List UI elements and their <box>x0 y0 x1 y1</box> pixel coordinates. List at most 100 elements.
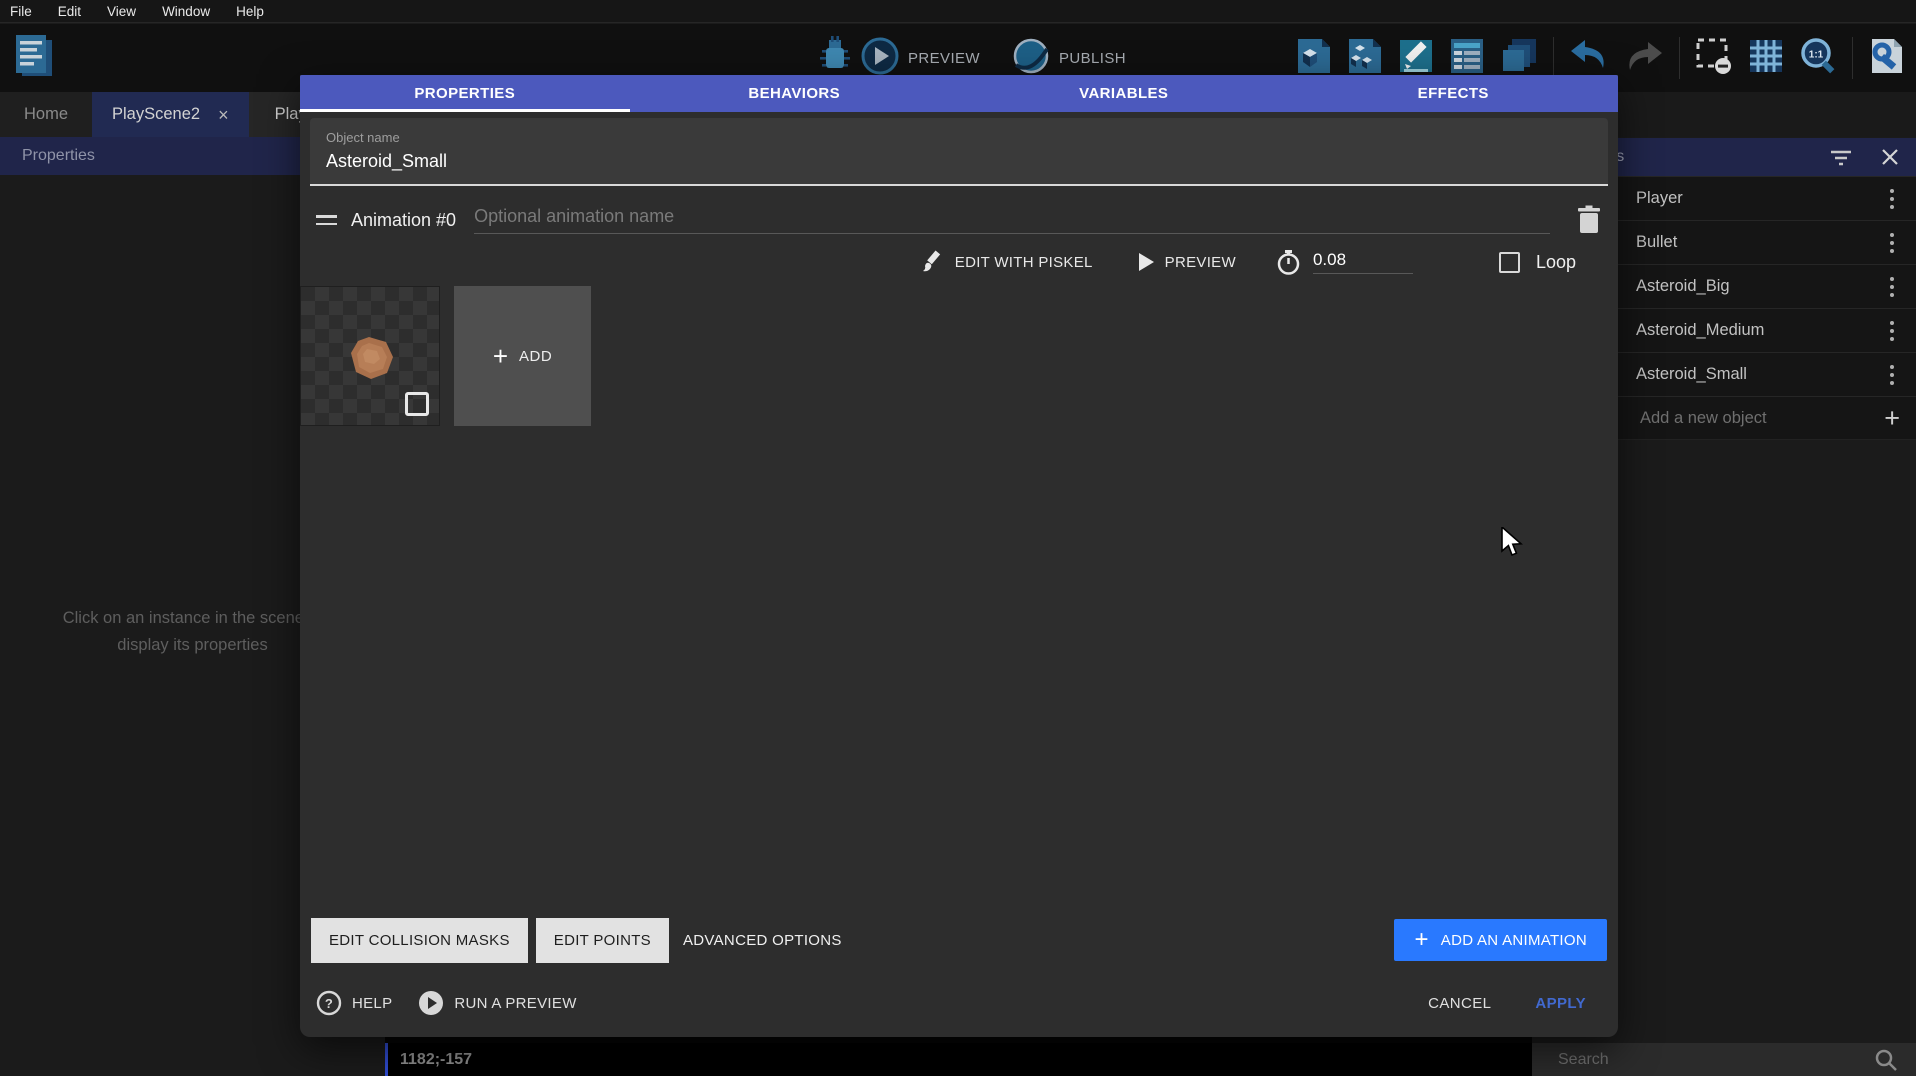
dialog-actions-row: EDIT COLLISION MASKS EDIT POINTS ADVANCE… <box>300 917 1618 963</box>
plus-icon: + <box>493 343 508 369</box>
run-a-preview-label: RUN A PREVIEW <box>454 995 576 1012</box>
tab-playscene2-label: PlayScene2 <box>112 105 200 124</box>
tab-playscene2[interactable]: PlayScene2 × <box>92 92 249 137</box>
publish-planet-icon[interactable] <box>1012 37 1050 80</box>
toolbar-separator <box>1852 37 1853 79</box>
tab-variables-label: VARIABLES <box>1079 85 1168 102</box>
help-button[interactable]: ? HELP <box>316 990 392 1016</box>
plus-icon: + <box>1884 405 1900 432</box>
drag-handle-icon[interactable] <box>316 215 337 225</box>
brush-icon <box>921 250 945 274</box>
toolbar-separator <box>1679 37 1680 79</box>
object-menu-icon[interactable] <box>1890 189 1894 209</box>
tab-behaviors[interactable]: BEHAVIORS <box>630 75 960 112</box>
add-new-object-label: Add a new object <box>1640 409 1767 428</box>
tab-home[interactable]: Home <box>0 92 92 137</box>
animation-title: Animation #0 <box>351 210 456 231</box>
object-name-field[interactable]: Object name <box>310 118 1608 186</box>
grid-icon[interactable] <box>1748 37 1784 80</box>
menu-window[interactable]: Window <box>162 4 210 19</box>
apply-button[interactable]: APPLY <box>1535 995 1586 1012</box>
edit-with-piskel-label: EDIT WITH PISKEL <box>955 254 1093 271</box>
plus-icon: + <box>1414 928 1428 952</box>
preview-animation-button[interactable]: PREVIEW <box>1137 252 1236 272</box>
play-icon <box>1137 252 1155 272</box>
project-manager-icon[interactable] <box>12 32 58 87</box>
object-menu-icon[interactable] <box>1890 277 1894 297</box>
tab-properties-label: PROPERTIES <box>414 85 515 102</box>
search-input[interactable] <box>1532 1051 1874 1069</box>
run-a-preview-button[interactable]: RUN A PREVIEW <box>418 990 576 1016</box>
edit-points-button[interactable]: EDIT POINTS <box>536 918 669 963</box>
frame-thumbnail[interactable] <box>300 286 440 426</box>
tab-home-label: Home <box>24 105 68 124</box>
object-label: Asteroid_Big <box>1636 277 1730 296</box>
object-menu-icon[interactable] <box>1890 233 1894 253</box>
close-panel-icon[interactable] <box>1880 147 1900 167</box>
animation-tools-row: EDIT WITH PISKEL PREVIEW Loop <box>316 244 1576 280</box>
object-name-input[interactable] <box>326 151 1592 172</box>
tab-effects-label: EFFECTS <box>1418 85 1489 102</box>
edit-scene-icon[interactable] <box>1398 37 1434 80</box>
animation-frames-row: + ADD <box>300 286 1618 426</box>
dialog-footer-row: ? HELP RUN A PREVIEW CANCEL APPLY <box>300 977 1618 1029</box>
tab-effects[interactable]: EFFECTS <box>1289 75 1619 112</box>
add-frame-label: ADD <box>519 348 552 365</box>
toolbar-separator <box>1553 37 1554 79</box>
animation-name-input[interactable] <box>474 206 1550 234</box>
deselect-icon[interactable] <box>1695 37 1733 80</box>
menu-help[interactable]: Help <box>236 4 264 19</box>
tab-variables[interactable]: VARIABLES <box>959 75 1289 112</box>
tab-properties[interactable]: PROPERTIES <box>300 75 630 112</box>
search-icon <box>1874 1048 1898 1072</box>
timer-icon <box>1276 248 1301 276</box>
object-menu-icon[interactable] <box>1890 365 1894 385</box>
dialog-tab-bar: PROPERTIES BEHAVIORS VARIABLES EFFECTS <box>300 75 1618 112</box>
svg-text:?: ? <box>325 996 333 1011</box>
menu-edit[interactable]: Edit <box>58 4 81 19</box>
menu-view[interactable]: View <box>107 4 136 19</box>
instances-icon[interactable] <box>1347 37 1383 80</box>
project-settings-icon[interactable] <box>1868 37 1904 80</box>
close-tab-icon[interactable]: × <box>218 106 229 124</box>
properties-panel-title: Properties <box>22 147 95 165</box>
delete-animation-icon[interactable] <box>1576 205 1602 235</box>
preview-animation-label: PREVIEW <box>1165 254 1236 271</box>
time-between-frames-input[interactable] <box>1313 250 1413 274</box>
object-menu-icon[interactable] <box>1890 321 1894 341</box>
add-object-icon[interactable] <box>1296 37 1332 80</box>
objects-search-bar <box>1532 1043 1916 1076</box>
zoom-1-1-icon[interactable]: 1:1 <box>1799 37 1837 80</box>
object-label: Asteroid_Medium <box>1636 321 1764 340</box>
publish-button[interactable]: PUBLISH <box>1059 50 1126 67</box>
play-circle-icon <box>418 990 444 1016</box>
redo-icon[interactable] <box>1624 38 1664 79</box>
undo-icon[interactable] <box>1569 38 1609 79</box>
events-list-icon[interactable] <box>1449 37 1485 80</box>
filter-icon[interactable] <box>1828 146 1854 168</box>
object-name-label: Object name <box>326 130 1592 145</box>
add-frame-button[interactable]: + ADD <box>454 286 591 426</box>
cursor-coordinates: 1182;-157 <box>400 1051 472 1069</box>
frame-select-checkbox[interactable] <box>405 392 429 416</box>
svg-text:1:1: 1:1 <box>1809 49 1824 60</box>
preview-play-icon[interactable] <box>861 37 899 80</box>
help-label: HELP <box>352 995 392 1012</box>
preview-button[interactable]: PREVIEW <box>908 50 980 67</box>
advanced-options-button[interactable]: ADVANCED OPTIONS <box>683 932 842 949</box>
menu-file[interactable]: File <box>10 4 32 19</box>
loop-label: Loop <box>1536 252 1576 273</box>
loop-checkbox[interactable] <box>1499 252 1520 273</box>
edit-with-piskel-button[interactable]: EDIT WITH PISKEL <box>921 250 1093 274</box>
animation-header-row: Animation #0 <box>316 200 1602 240</box>
active-tab-underline <box>300 109 630 112</box>
layers-icon[interactable] <box>1500 37 1538 80</box>
help-icon: ? <box>316 990 342 1016</box>
object-editor-dialog: PROPERTIES BEHAVIORS VARIABLES EFFECTS O… <box>300 75 1618 1037</box>
edit-collision-masks-button[interactable]: EDIT COLLISION MASKS <box>311 918 528 963</box>
add-an-animation-button[interactable]: + ADD AN ANIMATION <box>1394 919 1607 961</box>
debug-icon[interactable] <box>818 36 852 81</box>
cancel-button[interactable]: CANCEL <box>1428 995 1491 1012</box>
object-label: Player <box>1636 189 1683 208</box>
menu-bar: File Edit View Window Help <box>0 0 1916 23</box>
